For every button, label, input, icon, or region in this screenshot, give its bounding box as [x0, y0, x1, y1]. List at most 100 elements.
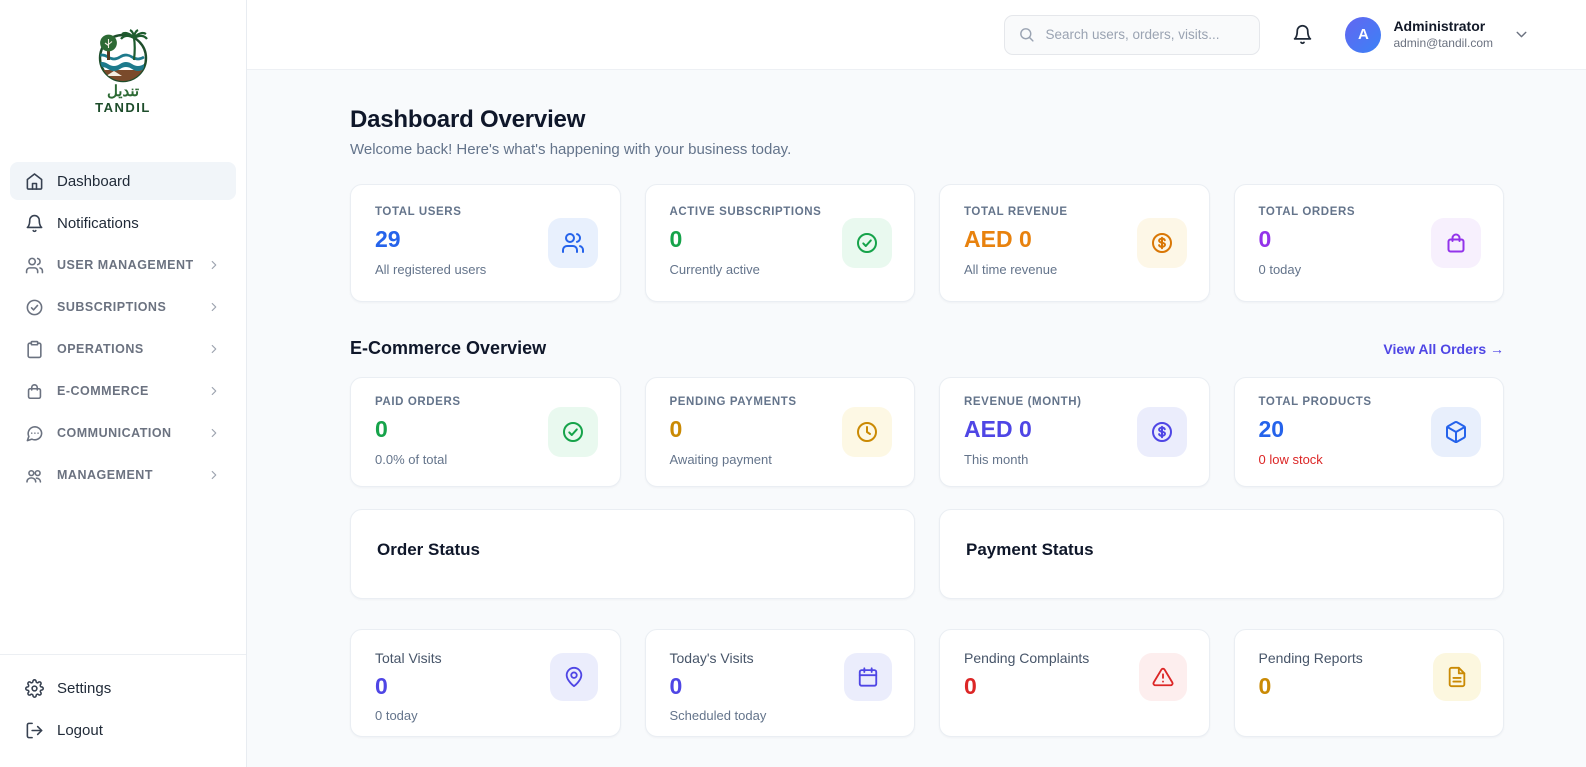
ecommerce-section-header: E-Commerce Overview View All Orders → — [350, 338, 1504, 359]
users-icon — [25, 256, 44, 275]
user-email: admin@tandil.com — [1393, 35, 1493, 50]
bell-icon — [25, 214, 44, 233]
stat-card-total-products: TOTAL PRODUCTS 20 0 low stock — [1233, 377, 1504, 487]
clipboard-icon — [25, 340, 44, 359]
brand-name-english: TANDIL — [95, 100, 151, 115]
stat-icon-box — [1136, 218, 1187, 268]
stat-icon-box — [1138, 652, 1187, 701]
avatar: A — [1345, 16, 1382, 53]
sidebar-nav: Dashboard Notifications USER MANAGEMENT … — [0, 162, 246, 494]
sidebar-item-notifications[interactable]: Notifications — [10, 204, 236, 242]
panel-title: Order Status — [377, 540, 480, 559]
dollar-circle-icon — [1150, 231, 1174, 255]
stat-card-pending-reports: Pending Reports 0 — [1233, 629, 1504, 737]
team-icon — [25, 466, 44, 485]
sidebar-item-ecommerce[interactable]: E-COMMERCE — [10, 372, 236, 410]
sidebar-item-label: USER MANAGEMENT — [57, 258, 194, 272]
chevron-down-icon — [1513, 26, 1530, 43]
sidebar-item-user-management[interactable]: USER MANAGEMENT — [10, 246, 236, 284]
stat-card-todays-visits: Today's Visits 0 Scheduled today — [644, 629, 915, 737]
sidebar-item-subscriptions[interactable]: SUBSCRIPTIONS — [10, 288, 236, 326]
order-status-panel: Order Status — [350, 509, 915, 599]
panel-title: Payment Status — [966, 540, 1094, 559]
sidebar-item-settings[interactable]: Settings — [10, 669, 236, 707]
sidebar-item-label: E-COMMERCE — [57, 384, 149, 398]
bell-icon — [1292, 24, 1313, 45]
chevron-right-icon — [207, 426, 221, 440]
stat-label: ACTIVE SUBSCRIPTIONS — [669, 206, 822, 218]
sidebar-item-logout[interactable]: Logout — [10, 711, 236, 749]
stat-icon-box — [1431, 218, 1481, 268]
calendar-icon — [857, 666, 879, 688]
chat-icon — [25, 424, 44, 443]
stat-icon-box — [844, 652, 892, 701]
page-title: Dashboard Overview — [350, 106, 586, 133]
sidebar-item-communication[interactable]: COMMUNICATION — [10, 414, 236, 452]
status-panels-row: Order Status Payment Status — [350, 509, 1504, 599]
user-info: Administrator admin@tandil.com — [1393, 18, 1493, 51]
view-all-orders-link[interactable]: View All Orders → — [1383, 341, 1504, 357]
check-circle-icon — [561, 420, 585, 444]
sidebar-item-dashboard[interactable]: Dashboard — [10, 162, 236, 200]
users-icon — [561, 231, 585, 255]
sidebar-item-management[interactable]: MANAGEMENT — [10, 456, 236, 494]
sidebar-item-operations[interactable]: OPERATIONS — [10, 330, 236, 368]
package-icon — [1444, 420, 1468, 444]
stat-card-active-subscriptions: ACTIVE SUBSCRIPTIONS 0 Currently active — [644, 184, 915, 302]
stat-card-pending-complaints: Pending Complaints 0 — [939, 629, 1210, 737]
stat-card-total-revenue: TOTAL REVENUE AED 0 All time revenue — [939, 184, 1210, 302]
brand-name-arabic: تنديل — [107, 83, 139, 100]
stat-sub: 0 today — [375, 708, 418, 723]
search-input[interactable] — [1045, 27, 1247, 42]
stat-icon-box — [842, 407, 892, 457]
brand-logo: تنديل TANDIL — [0, 0, 246, 132]
overview-stats-row: TOTAL USERS 29 All registered users ACTI… — [350, 184, 1504, 302]
sidebar-item-label: COMMUNICATION — [57, 426, 172, 440]
search-icon — [1018, 26, 1035, 43]
stat-icon-box — [1433, 652, 1481, 701]
chevron-right-icon — [207, 384, 221, 398]
activity-stats-row: Total Visits 0 0 today Today's Visits 0 … — [350, 629, 1504, 737]
main-area: A Administrator admin@tandil.com Dashboa… — [247, 0, 1586, 767]
stat-label: TOTAL REVENUE — [964, 206, 1068, 218]
sidebar: تنديل TANDIL Dashboard Notifications USE… — [0, 0, 247, 767]
stat-card-paid-orders: PAID ORDERS 0 0.0% of total — [350, 377, 621, 487]
notifications-bell-button[interactable] — [1292, 24, 1313, 45]
payment-status-panel: Payment Status — [939, 509, 1504, 599]
sidebar-item-label: Logout — [57, 721, 103, 739]
stat-card-total-orders: TOTAL ORDERS 0 0 today — [1233, 184, 1504, 302]
chevron-right-icon — [207, 300, 221, 314]
section-title: E-Commerce Overview — [350, 338, 547, 358]
home-icon — [25, 172, 44, 191]
sidebar-item-label: OPERATIONS — [57, 342, 144, 356]
top-header: A Administrator admin@tandil.com — [247, 0, 1586, 70]
check-circle-icon — [25, 298, 44, 317]
check-circle-icon — [855, 231, 879, 255]
sidebar-item-label: Notifications — [57, 214, 139, 232]
user-menu[interactable]: A Administrator admin@tandil.com — [1345, 16, 1530, 53]
map-pin-icon — [563, 666, 585, 688]
stat-sub: Scheduled today — [669, 708, 767, 723]
ecommerce-stats-row: PAID ORDERS 0 0.0% of total PENDING PAYM… — [350, 377, 1504, 487]
sidebar-item-label: MANAGEMENT — [57, 468, 153, 482]
chevron-right-icon — [207, 258, 221, 272]
gear-icon — [25, 679, 44, 698]
shopping-bag-icon — [1444, 231, 1468, 255]
file-text-icon — [1446, 666, 1468, 688]
stat-icon-box — [547, 407, 598, 457]
alert-triangle-icon — [1152, 666, 1174, 688]
page-subtitle: Welcome back! Here's what's happening wi… — [350, 141, 792, 158]
stat-icon-box — [842, 218, 892, 268]
stat-icon-box — [1136, 407, 1187, 457]
search-box[interactable] — [1004, 14, 1261, 55]
logout-icon — [25, 721, 44, 740]
stat-card-revenue-month: REVENUE (MONTH) AED 0 This month — [939, 377, 1210, 487]
stat-icon-box — [549, 652, 598, 701]
dollar-circle-icon — [1150, 420, 1174, 444]
sidebar-footer: Settings Logout — [0, 654, 246, 767]
stat-card-total-visits: Total Visits 0 0 today — [350, 629, 621, 737]
dashboard-content: Dashboard Overview Welcome back! Here's … — [247, 70, 1586, 767]
shopping-bag-icon — [25, 382, 44, 401]
sidebar-item-label: SUBSCRIPTIONS — [57, 300, 167, 314]
stat-label: TOTAL USERS — [375, 206, 462, 218]
